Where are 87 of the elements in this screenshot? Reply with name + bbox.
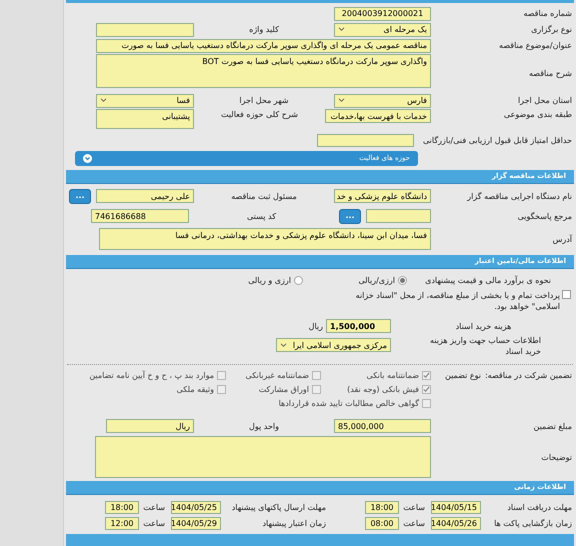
field-label: نام دستگاه اجرایی مناقصه گزار [467,190,572,202]
field-label: زمان بازگشایی پاکت ها [494,518,572,528]
field-label: ساعت [143,502,165,512]
field-label: استان محل اجرا [518,95,572,106]
field-label: مهلت ارسال پاکتهای پیشنهاد [232,502,326,512]
radio-button[interactable] [398,276,407,284]
field-label: شهر محل اجرا [239,95,289,106]
checkbox[interactable] [312,371,321,380]
field-label: شرح کلی حوزه فعالیت [221,109,298,120]
checkbox[interactable] [422,371,431,380]
category-field[interactable]: خدمات با فهرست بها،خدمات [325,109,431,123]
date-field[interactable]: 1404/05/15 [431,500,481,514]
field-label: مرجع پاسخگویی [518,210,572,222]
description-field[interactable]: واگذاری سوپر مارکت درمانگاه دستغیب یاسایی فسا به صورت BOT [96,54,431,88]
field-label: ساعت [403,502,425,512]
chevron-down-icon [338,27,345,32]
field-label: نوع تضمین [445,370,481,381]
option-label: ضمانتنامه غیربانکی [246,370,309,381]
title-field[interactable]: مناقصه عمومی یک مرحله ای واگذاری سوپر مارکت درمانگاه دستغیب یاسایی فسا به صورت [96,38,431,52]
field-label: طبقه بندی موضوعی [504,109,572,120]
checkbox[interactable] [422,399,431,408]
account-select[interactable]: مرکزی جمهوری اسلامی ایرا [276,338,391,352]
option-label: ارزی/ریالی [358,274,395,286]
date-field[interactable]: 1404/05/29 [171,516,221,530]
field-label: شماره مناقصه [523,8,572,19]
field-label: نوع برگزاری [531,24,572,35]
option-label: فیش بانکی (وجه نقد) [347,384,419,395]
option-label: ارزی و ریالی [248,274,291,286]
checkbox[interactable] [217,371,226,380]
chevron-down-icon [100,98,107,103]
field-label: هزینه خرید اسناد [456,320,512,332]
field-label: عنوان/موضوع مناقصه [499,40,572,51]
field-label: نحوه ی برآورد مالی و قیمت پیشنهادی [425,274,551,286]
browse-button[interactable]: ... [339,208,361,224]
chevron-down-icon [280,342,287,348]
checkbox[interactable] [312,385,321,394]
field-label: زمان اعتبار پیشنهاد [262,518,326,528]
time-field[interactable]: 18:00 [365,500,399,514]
field-label: مهلت دریافت اسناد [507,502,572,512]
option-label: ضمانتنامه بانکی [366,370,419,381]
field-label: شرح مناقصه [528,68,572,79]
date-field[interactable]: 1404/05/26 [431,516,481,530]
currency-field[interactable]: ریال [106,419,194,433]
min-score-field[interactable] [317,134,414,147]
time-field[interactable]: 18:00 [105,500,139,514]
browse-button[interactable]: ... [69,188,91,204]
field-label: حداقل امتیاز قابل قبول ارزیابی فنی/بازرگانی [423,135,572,146]
holding-type-select[interactable]: یک مرحله ای [334,22,431,36]
option-label: گواهی خالص مطالبات تایید شده قراردادها [278,398,419,409]
checkbox[interactable] [422,385,431,394]
option-label: اوراق مشارکت [258,384,309,395]
time-field[interactable]: 12:00 [105,516,139,530]
chevron-down-icon [83,154,92,163]
keyword-field[interactable] [96,22,194,36]
field-label: کد پستی [247,210,276,222]
radio-button[interactable] [294,276,303,284]
field-label: آدرس [552,234,572,244]
field-label: اطلاعات حساب جهت واریز هزینه خرید اسناد [429,335,541,357]
notes-field[interactable] [95,436,431,478]
field-label: واحد پول [249,420,279,432]
activity-scope-field[interactable]: پشتیبانی [96,109,194,129]
field-label: ریال [308,320,323,332]
chevron-down-icon [338,98,345,103]
field-label: توضیحات [541,452,572,462]
checkbox[interactable] [562,290,571,299]
guarantee-amount-field[interactable]: 85,000,000 [334,419,431,433]
checkbox[interactable] [217,385,226,394]
field-label: تضمین شرکت در مناقصه: [484,370,572,381]
agency-field[interactable]: دانشگاه علوم پزشکی و خد [334,189,431,203]
contact-field[interactable] [366,209,431,223]
province-select[interactable]: فارس [334,94,431,108]
option-label: وثیقه ملکی [176,384,214,395]
postal-code-field[interactable]: 7461686688 [91,209,189,223]
field-label: مبلغ تضمین [534,420,572,432]
field-label: مسئول ثبت مناقصه [231,190,297,202]
doc-fee-field[interactable]: 1,500,000 [326,319,391,333]
city-select[interactable]: فسا [96,94,194,108]
tender-number-field[interactable]: 2004003912000021 [334,6,431,20]
option-label: موارد بند پ ، ح و خ آیین نامه تضامین [89,370,214,381]
time-field[interactable]: 08:00 [365,516,399,530]
field-label: کلید واژه [249,24,279,35]
treasury-note: پرداخت تمام و یا بخشی از مبلغ مناقصه، از محل "اسناد خزانه اسلامی" خواهد بود. [354,290,560,312]
field-label: ساعت [143,518,165,528]
field-label: ساعت [403,518,425,528]
registrar-field[interactable]: علی رحیمی [96,189,194,203]
address-field[interactable]: فسا، میدان ابن سینا، دانشگاه علوم پزشکی و خدمات بهداشتی، درمانی فسا [99,228,431,250]
date-field[interactable]: 1404/05/25 [171,500,221,514]
